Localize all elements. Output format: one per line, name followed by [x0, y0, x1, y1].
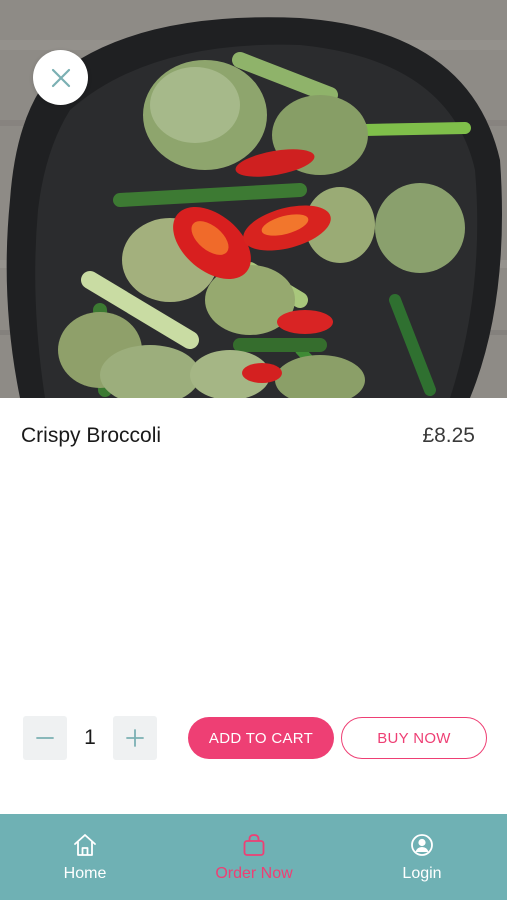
quantity-increase-button[interactable]	[113, 716, 157, 760]
quantity-value: 1	[84, 726, 96, 749]
tab-home[interactable]: Home	[15, 814, 155, 900]
tab-order-now-label: Order Now	[215, 865, 293, 882]
product-name: Crispy Broccoli	[21, 424, 162, 447]
buy-now-button[interactable]: BUY NOW	[341, 717, 487, 759]
bottom-tab-bar: Home Order Now Login	[0, 814, 507, 900]
tab-home-label: Home	[63, 865, 107, 882]
tab-login-label: Login	[402, 865, 442, 882]
product-header: Crispy Broccoli £8.25	[21, 420, 475, 452]
home-icon	[74, 834, 96, 856]
user-circle-icon	[411, 834, 433, 856]
close-button[interactable]	[33, 50, 88, 105]
tab-order-now[interactable]: Order Now	[184, 814, 324, 900]
tab-login[interactable]: Login	[352, 814, 492, 900]
minus-icon	[36, 737, 54, 739]
plus-icon	[126, 729, 144, 747]
product-image	[0, 0, 507, 398]
bag-icon	[243, 834, 265, 856]
quantity-decrease-button[interactable]	[23, 716, 67, 760]
add-to-cart-button[interactable]: ADD TO CART	[188, 717, 334, 759]
close-icon	[51, 68, 70, 87]
product-price: £8.25	[422, 424, 475, 447]
